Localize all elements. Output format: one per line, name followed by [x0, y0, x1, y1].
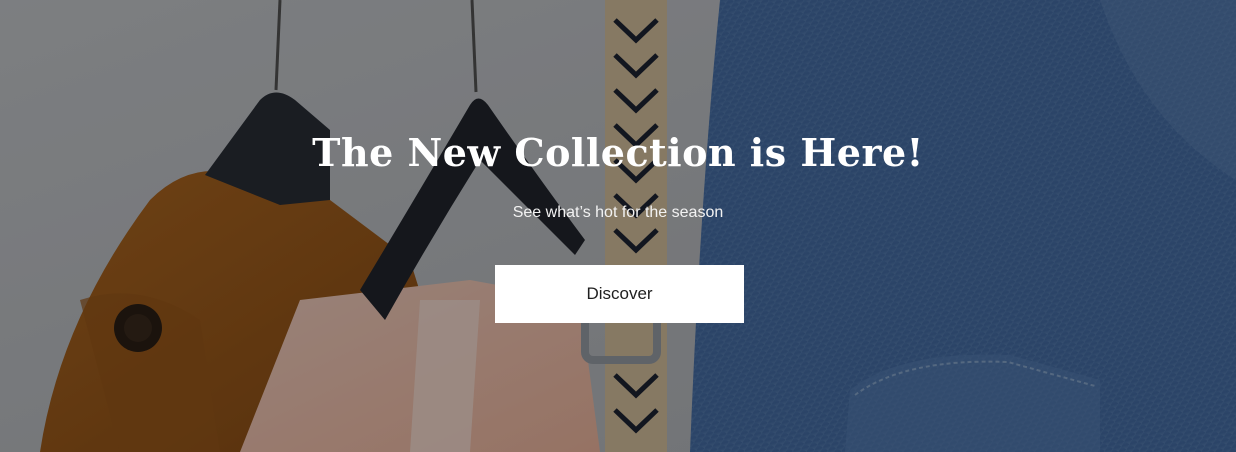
hero-content: The New Collection is Here! See what’s h…: [0, 0, 1236, 452]
hero-headline: The New Collection is Here!: [312, 130, 924, 175]
hero-subheadline: See what’s hot for the season: [512, 204, 724, 221]
hero-banner: The New Collection is Here! See what’s h…: [0, 0, 1236, 452]
discover-button[interactable]: Discover: [495, 265, 744, 323]
